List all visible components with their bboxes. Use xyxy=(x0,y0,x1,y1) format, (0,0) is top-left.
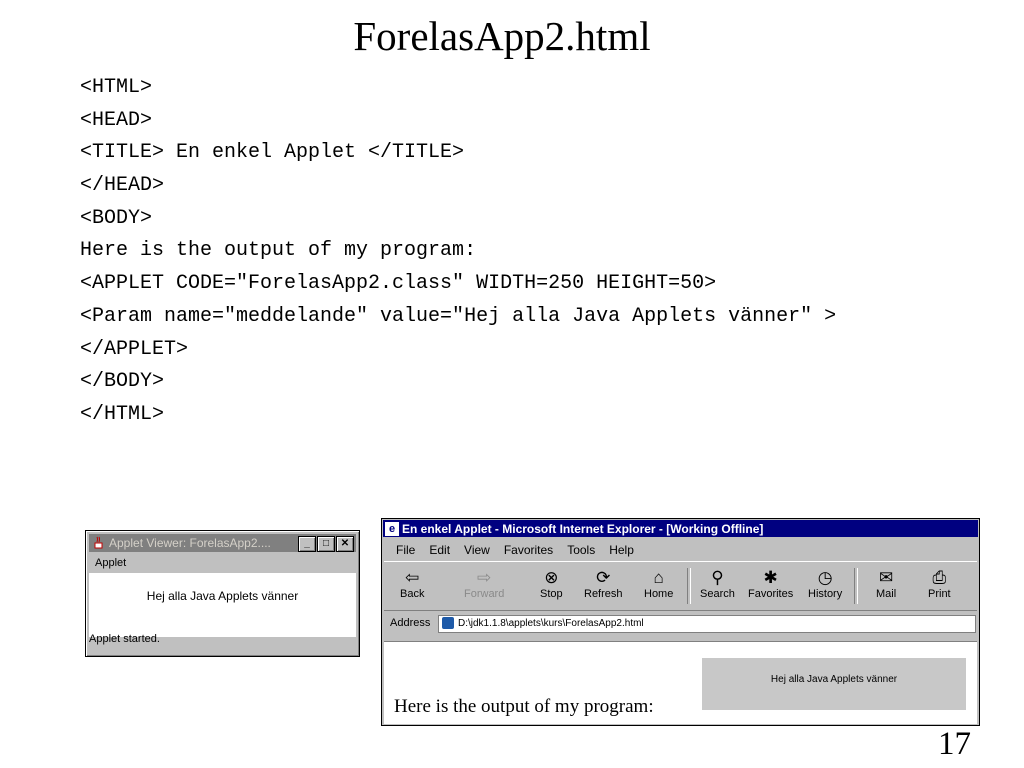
page-text: Here is the output of my program: xyxy=(394,696,654,717)
ie-logo-icon: e xyxy=(385,521,399,536)
ie-toolbar: ⇦ Back ⇨ Forward ⊗ Stop ⟳ Refresh ⌂ Home… xyxy=(384,561,977,611)
applet-message: Hej alla Java Applets vänner xyxy=(146,589,299,603)
menu-help[interactable]: Help xyxy=(609,543,634,557)
address-input[interactable]: D:\jdk1.1.8\applets\kurs\ForelasApp2.htm… xyxy=(438,615,976,633)
address-label: Address xyxy=(390,617,431,629)
ie-window: e En enkel Applet - Microsoft Internet E… xyxy=(381,518,980,726)
history-label: History xyxy=(808,588,843,600)
html-code-listing: <HTML> <HEAD> <TITLE> En enkel Applet </… xyxy=(80,72,836,432)
stop-label: Stop xyxy=(540,588,563,600)
ie-titlebar[interactable]: e En enkel Applet - Microsoft Internet E… xyxy=(383,520,978,537)
search-icon: ⚲ xyxy=(711,568,724,587)
menu-applet[interactable]: Applet xyxy=(89,554,126,572)
page-icon xyxy=(442,617,454,629)
minimize-icon[interactable]: _ xyxy=(298,536,316,552)
code-line: <HTML> xyxy=(80,76,153,99)
code-line: <BODY> xyxy=(80,206,153,230)
close-icon[interactable]: ✕ xyxy=(336,536,354,552)
code-line: <APPLET CODE="ForelasApp2.class" WIDTH=2… xyxy=(80,272,717,296)
stop-button[interactable]: ⊗ Stop xyxy=(540,568,563,600)
favorites-icon: ✱ xyxy=(763,568,778,587)
history-icon: ◷ xyxy=(817,568,833,587)
code-line: </HTML> xyxy=(80,402,165,426)
refresh-button[interactable]: ⟳ Refresh xyxy=(584,568,623,600)
ie-page-content: Hej alla Java Applets vänner Here is the… xyxy=(384,641,977,724)
print-button[interactable]: ⎙ Print xyxy=(928,568,951,600)
stop-icon: ⊗ xyxy=(544,568,559,587)
forward-label: Forward xyxy=(464,588,505,600)
toolbar-separator xyxy=(687,568,691,604)
applet-area: Hej alla Java Applets vänner xyxy=(89,573,356,637)
code-line: </BODY> xyxy=(80,370,165,394)
favorites-label: Favorites xyxy=(748,588,794,600)
address-value: D:\jdk1.1.8\applets\kurs\ForelasApp2.htm… xyxy=(458,618,644,629)
code-line: <Param name="meddelande" value="Hej alla… xyxy=(80,304,837,328)
menu-tools[interactable]: Tools xyxy=(567,543,595,557)
mail-label: Mail xyxy=(876,588,897,600)
print-icon: ⎙ xyxy=(932,568,947,587)
code-line: </HEAD> xyxy=(80,174,165,198)
embedded-applet: Hej alla Java Applets vänner xyxy=(702,658,966,710)
refresh-label: Refresh xyxy=(584,588,623,600)
favorites-button[interactable]: ✱ Favorites xyxy=(748,568,793,600)
back-label: Back xyxy=(400,588,425,600)
ie-menubar: File Edit View Favorites Tools Help xyxy=(396,543,634,557)
home-label: Home xyxy=(644,588,674,600)
applet-viewer-window: Applet Viewer: ForelasApp2.... _ □ ✕ App… xyxy=(85,530,360,657)
back-arrow-icon: ⇦ xyxy=(405,568,420,587)
applet-viewer-title: Applet Viewer: ForelasApp2.... xyxy=(109,536,271,550)
menu-favorites[interactable]: Favorites xyxy=(504,543,553,557)
refresh-icon: ⟳ xyxy=(596,568,611,587)
search-label: Search xyxy=(700,588,735,600)
history-button[interactable]: ◷ History xyxy=(808,568,842,600)
code-line: Here is the output of my program: xyxy=(80,239,477,263)
code-line: <TITLE> En enkel Applet </TITLE> xyxy=(80,141,465,165)
menu-view[interactable]: View xyxy=(464,543,490,557)
home-button[interactable]: ⌂ Home xyxy=(644,568,673,600)
code-line: <HEAD> xyxy=(80,108,153,132)
home-icon: ⌂ xyxy=(653,568,664,587)
forward-button[interactable]: ⇨ Forward xyxy=(464,568,504,600)
status-bar: Applet started. xyxy=(89,633,160,645)
applet-viewer-titlebar[interactable]: Applet Viewer: ForelasApp2.... _ □ ✕ xyxy=(89,534,356,552)
search-button[interactable]: ⚲ Search xyxy=(700,568,735,600)
mail-icon: ✉ xyxy=(878,568,894,587)
toolbar-separator xyxy=(854,568,858,604)
mail-button[interactable]: ✉ Mail xyxy=(876,568,896,600)
page-number: 17 xyxy=(938,726,971,762)
menu-edit[interactable]: Edit xyxy=(429,543,450,557)
code-line: </APPLET> xyxy=(80,337,189,361)
ie-title: En enkel Applet - Microsoft Internet Exp… xyxy=(402,521,764,536)
slide-title: ForelasApp2.html xyxy=(353,13,651,59)
address-bar: Address D:\jdk1.1.8\applets\kurs\Forelas… xyxy=(384,613,977,635)
menu-file[interactable]: File xyxy=(396,543,415,557)
maximize-icon[interactable]: □ xyxy=(317,536,335,552)
forward-arrow-icon: ⇨ xyxy=(477,568,492,587)
java-cup-icon xyxy=(94,536,103,549)
print-label: Print xyxy=(928,588,951,600)
back-button[interactable]: ⇦ Back xyxy=(400,568,424,600)
